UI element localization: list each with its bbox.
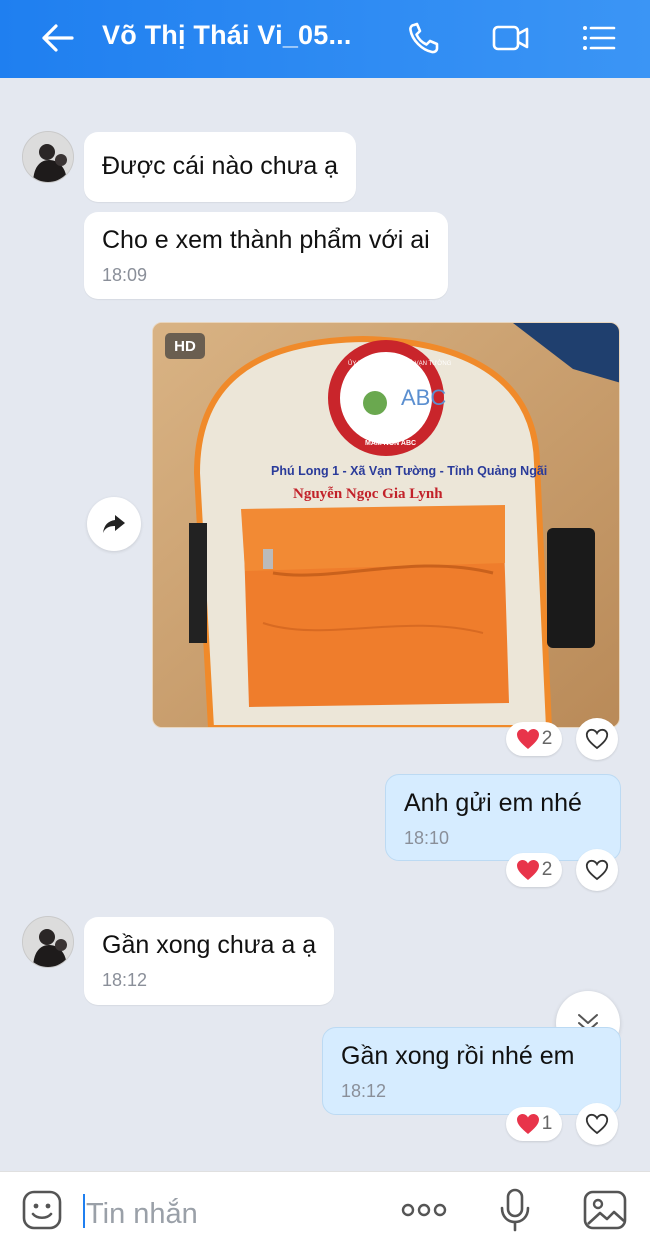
call-button[interactable] [404, 18, 446, 58]
heart-outline-icon [585, 728, 609, 750]
like-button[interactable] [576, 718, 618, 760]
image-icon [583, 1190, 627, 1230]
reaction-count: 1 [541, 1113, 553, 1134]
more-button[interactable] [398, 1192, 450, 1228]
reaction-summary[interactable]: 1 [506, 1107, 562, 1141]
message-bubble-incoming[interactable]: Gần xong chưa a ạ 18:12 [84, 917, 335, 1005]
message-text: Gần xong rồi nhé em [341, 1042, 575, 1070]
microphone-icon [500, 1188, 530, 1232]
heart-outline-icon [585, 1113, 609, 1135]
contact-avatar[interactable] [22, 131, 74, 183]
message-bubble-outgoing[interactable]: Anh gửi em nhé 18:10 [385, 774, 621, 861]
message-text: Anh gửi em nhé [404, 789, 582, 817]
image-message[interactable]: ABC Phú Long 1 - Xã Vạn Tường - Tỉnh Quả… [152, 322, 620, 728]
reaction-summary[interactable]: 2 [506, 853, 562, 887]
options-menu-button[interactable] [578, 18, 620, 58]
message-text: Cho e xem thành phẩm với ai [102, 226, 430, 254]
contact-avatar[interactable] [22, 916, 74, 968]
message-time: 18:12 [341, 1081, 387, 1101]
heart-outline-icon [585, 859, 609, 881]
send-image-button[interactable] [580, 1186, 630, 1234]
phone-icon [409, 22, 439, 54]
backpack-photo: ABC Phú Long 1 - Xã Vạn Tường - Tỉnh Quả… [153, 323, 619, 727]
forward-arrow-icon [103, 515, 125, 533]
more-dots-icon [401, 1203, 447, 1217]
sticker-button[interactable] [20, 1188, 64, 1232]
contact-name[interactable]: Võ Thị Thái Vi_05... [102, 20, 352, 51]
smiley-icon [22, 1190, 62, 1230]
message-input[interactable]: Tin nhắn [86, 1198, 198, 1231]
message-time: 18:12 [102, 970, 148, 990]
reaction-summary[interactable]: 2 [506, 722, 562, 756]
voice-message-button[interactable] [496, 1186, 534, 1234]
list-menu-icon [583, 26, 616, 50]
svg-text:ABC: ABC [401, 385, 446, 410]
message-list[interactable]: Được cái nào chưa ạ Cho e xem thành phẩm… [0, 78, 650, 1171]
heart-icon [516, 1114, 539, 1134]
message-bubble-outgoing[interactable]: Gần xong rồi nhé em 18:12 [322, 1027, 621, 1115]
reaction-count: 2 [541, 859, 553, 880]
photo-caption-location: Phú Long 1 - Xã Vạn Tường - Tỉnh Quảng N… [271, 464, 547, 478]
chat-header: Võ Thị Thái Vi_05... [0, 0, 650, 78]
photo-caption-authority: ỦY BAN NHÂN DÂN XÃ VẠN TƯỜNG [348, 360, 452, 367]
text-cursor [83, 1194, 85, 1228]
video-camera-icon [492, 25, 529, 51]
arrow-left-icon [42, 24, 74, 52]
hd-badge: HD [165, 333, 205, 359]
message-time: 18:09 [102, 265, 148, 285]
heart-icon [516, 729, 539, 749]
message-bubble-incoming[interactable]: Cho e xem thành phẩm với ai 18:09 [84, 212, 448, 299]
video-call-button[interactable] [490, 18, 532, 58]
message-bubble-incoming[interactable]: Được cái nào chưa ạ [84, 132, 357, 202]
reaction-count: 2 [541, 728, 553, 749]
avatar-image [23, 132, 73, 182]
like-button[interactable] [576, 1103, 618, 1145]
message-composer: Tin nhắn [0, 1171, 650, 1245]
like-button[interactable] [576, 849, 618, 891]
message-time: 18:10 [404, 828, 450, 848]
avatar-image [23, 917, 73, 967]
share-button[interactable] [87, 497, 141, 551]
message-text: Gần xong chưa a ạ [102, 931, 317, 959]
message-text: Được cái nào chưa ạ [102, 152, 339, 180]
back-button[interactable] [36, 18, 80, 58]
photo-caption-name: Nguyễn Ngọc Gia Lynh [293, 486, 443, 502]
heart-icon [516, 860, 539, 880]
